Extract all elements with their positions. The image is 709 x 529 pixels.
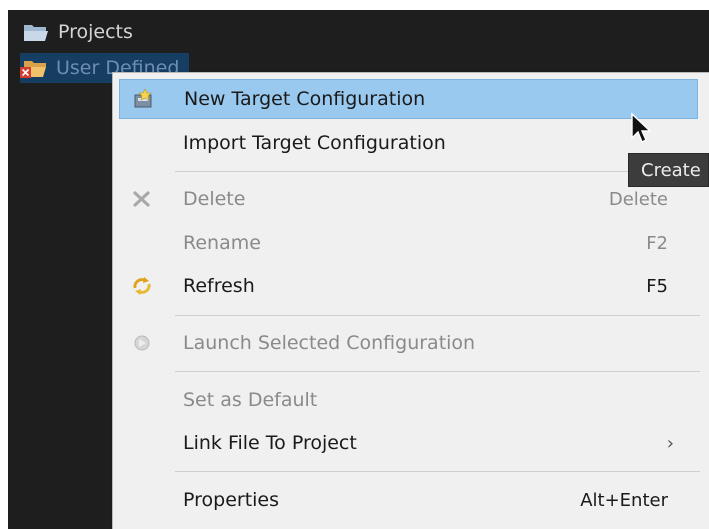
menu-item-label: Launch Selected Configuration bbox=[183, 332, 476, 354]
menu-item-label: Set as Default bbox=[183, 389, 318, 411]
menu-item-refresh[interactable]: Refresh F5 bbox=[119, 266, 698, 306]
menu-separator bbox=[175, 471, 700, 472]
menu-item-set-as-default[interactable]: Set as Default bbox=[119, 380, 698, 420]
menu-item-new-target-configuration[interactable]: New Target Configuration bbox=[119, 79, 698, 119]
submenu-chevron-right-icon: › bbox=[666, 432, 674, 454]
menu-item-delete[interactable]: Delete Delete bbox=[119, 179, 698, 219]
tree-node-projects[interactable]: Projects bbox=[22, 17, 133, 47]
menu-item-label: Properties bbox=[183, 489, 280, 511]
screen: Projects User Defined New Target Configu… bbox=[0, 0, 709, 529]
tree-node-label: Projects bbox=[58, 21, 133, 43]
mouse-pointer-icon bbox=[630, 112, 652, 146]
menu-separator bbox=[175, 371, 700, 372]
menu-separator bbox=[175, 171, 700, 172]
context-menu: New Target Configuration Import Target C… bbox=[112, 72, 709, 529]
menu-item-label: Rename bbox=[183, 232, 261, 254]
folder-open-icon bbox=[22, 21, 50, 43]
menu-item-label: Refresh bbox=[183, 275, 255, 297]
menu-item-shortcut: Alt+Enter bbox=[580, 489, 668, 511]
refresh-icon bbox=[129, 273, 155, 299]
menu-item-shortcut: F5 bbox=[646, 275, 668, 297]
new-target-config-icon bbox=[130, 86, 156, 112]
menu-item-label: New Target Configuration bbox=[184, 88, 426, 110]
menu-item-properties[interactable]: Properties Alt+Enter bbox=[119, 480, 698, 520]
menu-separator bbox=[175, 315, 700, 316]
menu-item-rename[interactable]: Rename F2 bbox=[119, 223, 698, 263]
menu-item-import-target-configuration[interactable]: Import Target Configuration bbox=[119, 123, 698, 163]
menu-item-launch-selected-configuration[interactable]: Launch Selected Configuration bbox=[119, 323, 698, 363]
menu-item-shortcut: Delete bbox=[608, 188, 668, 210]
delete-x-icon bbox=[129, 186, 155, 212]
menu-item-shortcut: F2 bbox=[646, 232, 668, 254]
tooltip-text: Create bbox=[641, 160, 701, 181]
menu-item-label: Import Target Configuration bbox=[183, 132, 446, 154]
tooltip: Create bbox=[628, 153, 709, 187]
menu-item-label: Link File To Project bbox=[183, 432, 357, 454]
menu-item-label: Delete bbox=[183, 188, 246, 210]
menu-item-link-file-to-project[interactable]: Link File To Project › bbox=[119, 423, 698, 463]
folder-open-error-icon bbox=[20, 57, 48, 79]
launch-icon bbox=[129, 330, 155, 356]
